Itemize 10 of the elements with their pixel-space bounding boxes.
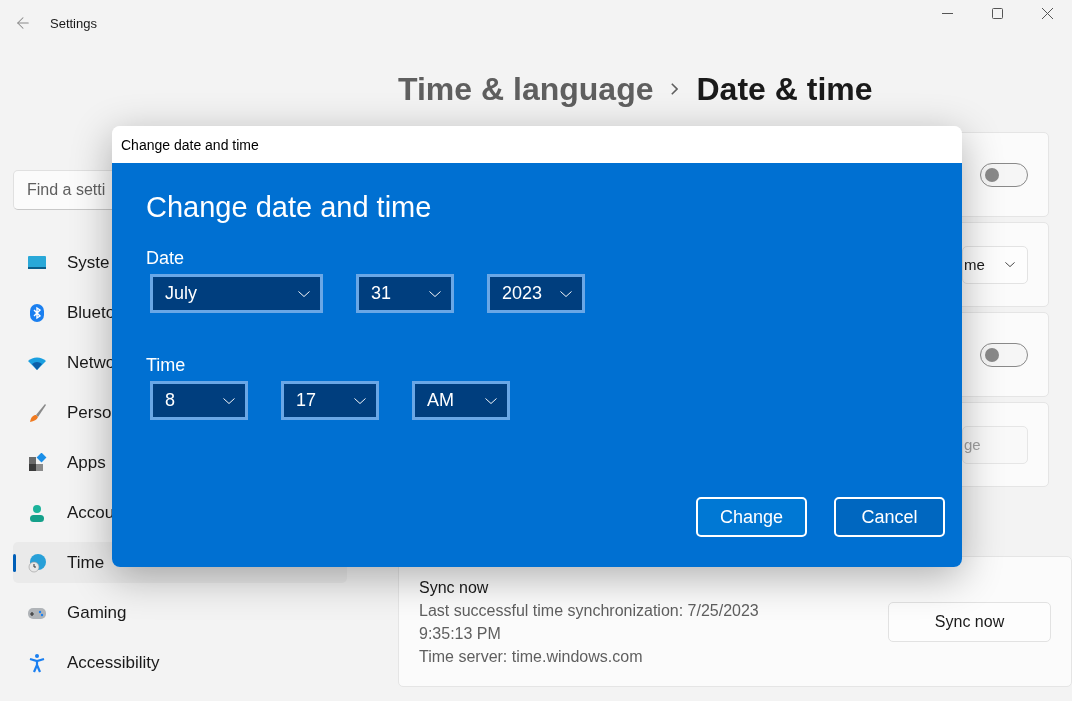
time-label: Time [146, 355, 187, 376]
dialog-title: Change date and time [121, 136, 259, 153]
dialog-heading: Change date and time [146, 191, 433, 224]
sync-detail: Last successful time synchronization: 7/25/2023 [419, 600, 760, 621]
window-title: Settings [50, 15, 97, 31]
sync-title: Sync now [419, 577, 490, 598]
date-label: Date [146, 248, 186, 269]
sync-detail: Time server: time.windows.com [419, 646, 644, 667]
sync-detail: 9:35:13 PM [419, 623, 502, 644]
page-title: Date & time [696, 70, 873, 108]
